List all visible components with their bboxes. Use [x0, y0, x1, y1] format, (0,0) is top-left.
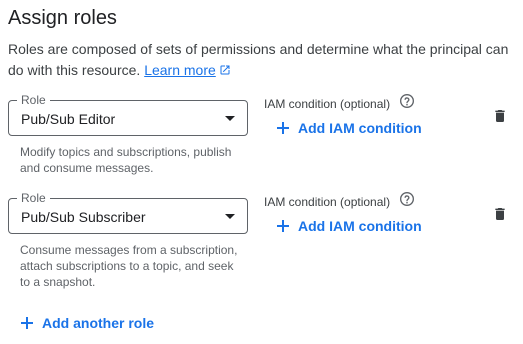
- role-hint: Modify topics and subscriptions, publish…: [20, 145, 232, 175]
- add-iam-condition-label: Add IAM condition: [298, 218, 422, 234]
- role-select[interactable]: Role Pub/Sub Subscriber: [8, 190, 248, 234]
- dropdown-arrow-icon: [225, 214, 235, 219]
- help-icon[interactable]: [399, 93, 415, 109]
- trash-icon[interactable]: [492, 107, 508, 125]
- add-another-role-label: Add another role: [42, 315, 155, 331]
- add-iam-condition-button[interactable]: Add IAM condition: [276, 119, 422, 137]
- learn-more-link[interactable]: Learn more: [144, 62, 231, 78]
- role-hint: Consume messages from a subscription, at…: [20, 243, 238, 289]
- plus-icon: [21, 317, 33, 329]
- iam-condition-label: IAM condition (optional): [264, 195, 391, 209]
- plus-icon: [277, 220, 289, 232]
- role-field-label: Role: [17, 92, 50, 108]
- description: Roles are composed of sets of permission…: [8, 39, 520, 81]
- plus-icon: [277, 122, 289, 134]
- role-select[interactable]: Role Pub/Sub Editor: [8, 92, 248, 136]
- add-another-role-button[interactable]: Add another role: [20, 314, 154, 332]
- trash-icon[interactable]: [492, 205, 508, 223]
- page-title: Assign roles: [8, 7, 117, 29]
- help-icon[interactable]: [399, 191, 415, 207]
- learn-more-label: Learn more: [144, 62, 216, 78]
- description-text: Roles are composed of sets of permission…: [8, 41, 509, 78]
- iam-condition-label: IAM condition (optional): [264, 97, 391, 111]
- role-field-label: Role: [17, 190, 50, 206]
- add-iam-condition-button[interactable]: Add IAM condition: [276, 217, 422, 235]
- role-select-value: Pub/Sub Subscriber: [21, 209, 146, 225]
- external-link-icon: [220, 65, 230, 75]
- add-iam-condition-label: Add IAM condition: [298, 120, 422, 136]
- dropdown-arrow-icon: [225, 116, 235, 121]
- role-select-value: Pub/Sub Editor: [21, 111, 116, 127]
